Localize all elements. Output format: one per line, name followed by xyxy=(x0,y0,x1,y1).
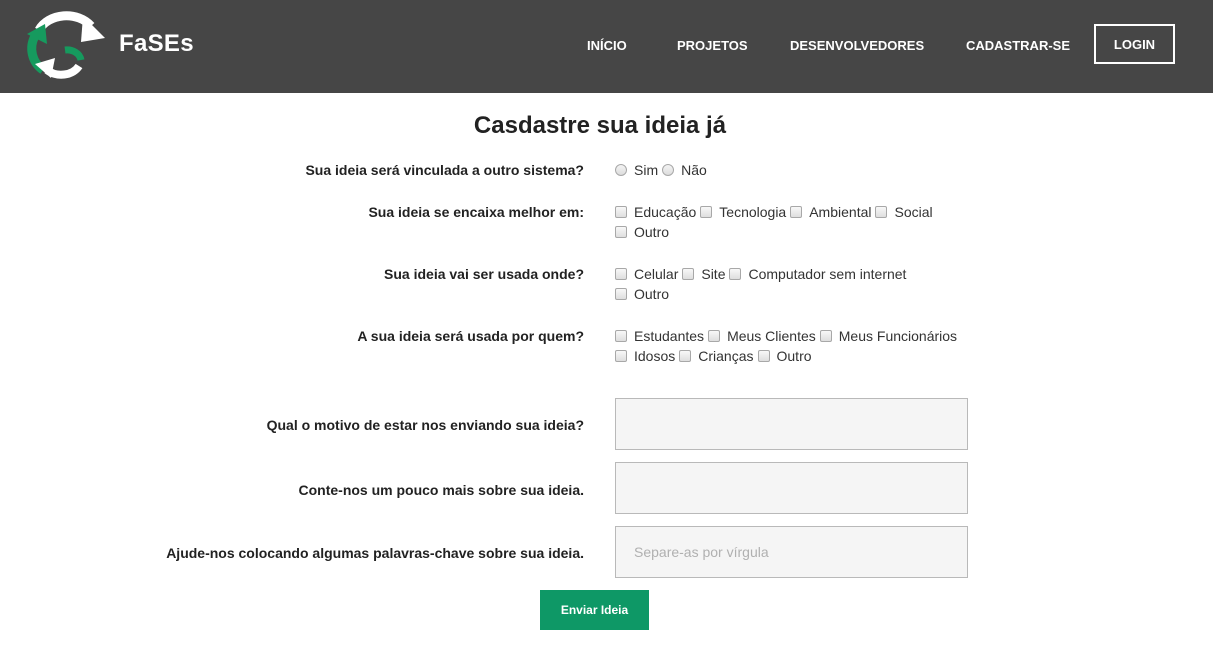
checkbox-site[interactable] xyxy=(682,268,695,280)
option-nao[interactable]: Não xyxy=(662,162,707,178)
checkbox-outro-onde[interactable] xyxy=(615,288,627,300)
question-quem-label: A sua ideia será usada por quem? xyxy=(357,328,584,344)
checkbox-idosos[interactable] xyxy=(615,350,627,362)
question-onde-label: Sua ideia vai ser usada onde? xyxy=(384,266,584,282)
checkbox-criancas[interactable] xyxy=(679,350,692,362)
option-estudantes[interactable]: Estudantes xyxy=(615,328,704,344)
question-quem-options-row2: Idosos Crianças Outro xyxy=(615,348,816,364)
option-computador[interactable]: Computador sem internet xyxy=(729,266,906,282)
sobre-label: Conte-nos um pouco mais sobre sua ideia. xyxy=(298,482,585,498)
question-onde-options-row2: Outro xyxy=(615,286,673,302)
question-encaixa-options-row2: Outro xyxy=(615,224,673,240)
sobre-field-box xyxy=(615,462,968,514)
option-outro-quem[interactable]: Outro xyxy=(757,348,812,364)
navbar: FaSEs INÍCIO PROJETOS DESENVOLVEDORES CA… xyxy=(0,0,1213,93)
question-onde-options-row1: Celular Site Computador sem internet xyxy=(615,266,910,282)
recycle-logo-icon[interactable] xyxy=(25,8,107,80)
login-button[interactable]: LOGIN xyxy=(1094,24,1175,64)
option-meus-clientes[interactable]: Meus Clientes xyxy=(708,328,816,344)
nav-inicio[interactable]: INÍCIO xyxy=(587,38,627,53)
submit-idea-button[interactable]: Enviar Ideia xyxy=(540,590,649,630)
keywords-label: Ajude-nos colocando algumas palavras-cha… xyxy=(166,545,584,561)
option-criancas[interactable]: Crianças xyxy=(679,348,754,364)
nav-cadastrar[interactable]: CADASTRAR-SE xyxy=(966,38,1070,53)
checkbox-estudantes[interactable] xyxy=(615,330,627,342)
checkbox-celular[interactable] xyxy=(615,268,627,280)
keywords-field-box xyxy=(615,526,968,578)
option-outro-categoria[interactable]: Outro xyxy=(615,224,669,240)
checkbox-ambiental[interactable] xyxy=(790,206,803,218)
motivo-label: Qual o motivo de estar nos enviando sua … xyxy=(266,417,584,433)
question-encaixa-label: Sua ideia se encaixa melhor em: xyxy=(368,204,584,220)
option-ambiental[interactable]: Ambiental xyxy=(790,204,871,220)
question-vinculada-options: Sim Não xyxy=(615,162,711,178)
sobre-input[interactable] xyxy=(616,463,967,513)
option-social[interactable]: Social xyxy=(875,204,933,220)
option-tecnologia[interactable]: Tecnologia xyxy=(700,204,786,220)
question-quem-options-row1: Estudantes Meus Clientes Meus Funcionári… xyxy=(615,328,961,344)
radio-sim[interactable] xyxy=(615,164,627,176)
nav-desenvolvedores[interactable]: DESENVOLVEDORES xyxy=(790,38,924,53)
nav-projetos[interactable]: PROJETOS xyxy=(677,38,748,53)
checkbox-outro-quem[interactable] xyxy=(757,350,770,362)
question-vinculada-label: Sua ideia será vinculada a outro sistema… xyxy=(305,162,584,178)
option-outro-onde[interactable]: Outro xyxy=(615,286,669,302)
checkbox-meus-funcionarios[interactable] xyxy=(819,330,832,342)
option-site[interactable]: Site xyxy=(682,266,725,282)
checkbox-meus-clientes[interactable] xyxy=(708,330,721,342)
checkbox-social[interactable] xyxy=(875,206,888,218)
keywords-input[interactable] xyxy=(616,527,967,577)
option-idosos[interactable]: Idosos xyxy=(615,348,675,364)
checkbox-tecnologia[interactable] xyxy=(700,206,713,218)
option-educacao[interactable]: Educação xyxy=(615,204,696,220)
question-encaixa-options-row1: Educação Tecnologia Ambiental Social xyxy=(615,204,937,220)
option-sim[interactable]: Sim xyxy=(615,162,658,178)
motivo-input[interactable] xyxy=(616,399,967,449)
checkbox-computador[interactable] xyxy=(729,268,742,280)
checkbox-outro-categoria[interactable] xyxy=(615,226,627,238)
brand-name[interactable]: FaSEs xyxy=(119,30,194,58)
option-celular[interactable]: Celular xyxy=(615,266,678,282)
page-title: Casdastre sua ideia já xyxy=(473,112,727,139)
option-meus-funcionarios[interactable]: Meus Funcionários xyxy=(819,328,957,344)
motivo-field-box xyxy=(615,398,968,450)
checkbox-educacao[interactable] xyxy=(615,206,627,218)
radio-nao[interactable] xyxy=(662,164,675,176)
